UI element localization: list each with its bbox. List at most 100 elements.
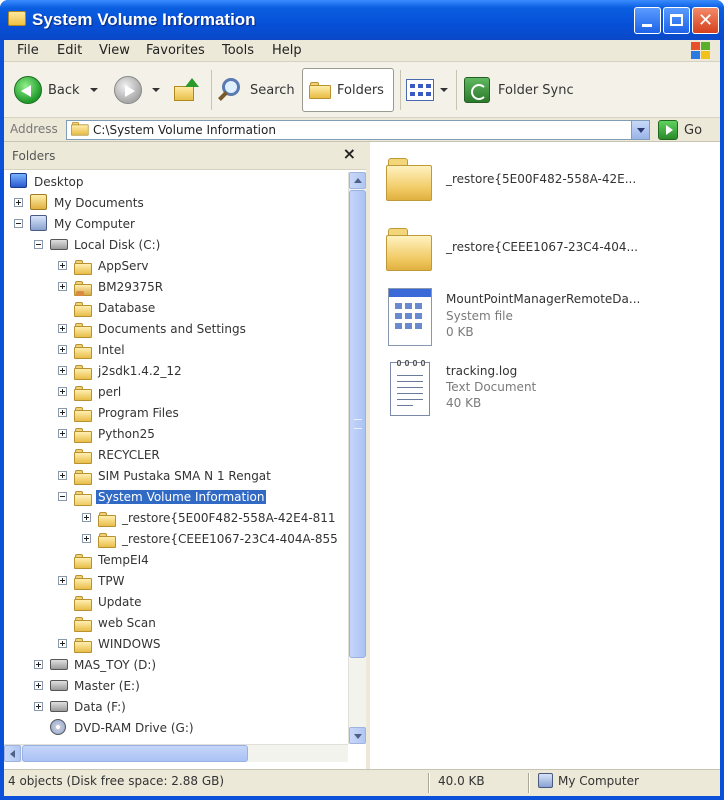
folder-icon — [74, 365, 92, 380]
folder-icon — [8, 11, 26, 26]
title-bar[interactable]: System Volume Information ✕ — [0, 0, 724, 40]
file-name: _restore{5E00F482-558A-42E... — [446, 172, 637, 186]
tree-node[interactable]: Documents and Settings — [4, 319, 346, 340]
views-dropdown-icon — [440, 88, 448, 92]
tree-node-label: Master (E:) — [74, 679, 140, 693]
file-item[interactable]: _restore{5E00F482-558A-42E... — [386, 156, 716, 222]
tree-node[interactable]: MAS_TOY (D:) — [4, 655, 346, 676]
tree-node[interactable]: Update — [4, 592, 346, 613]
expand-icon[interactable] — [58, 345, 67, 354]
menu-file[interactable]: File — [17, 43, 39, 58]
back-button[interactable]: Back — [14, 68, 98, 112]
window-title: System Volume Information — [32, 10, 256, 29]
file-item[interactable]: tracking.log Text Document 40 KB — [386, 360, 716, 428]
tree-horizontal-scrollbar[interactable] — [4, 744, 348, 762]
tree-node[interactable]: j2sdk1.4.2_12 — [4, 361, 346, 382]
tree-node[interactable]: System Volume Information — [4, 487, 346, 508]
tree-node[interactable]: SIM Pustaka SMA N 1 Rengat — [4, 466, 346, 487]
tree-node[interactable]: My Documents — [4, 193, 346, 214]
expand-icon[interactable] — [58, 282, 67, 291]
menu-favorites[interactable]: Favorites — [146, 43, 205, 58]
tree-node[interactable]: WINDOWS — [4, 634, 346, 655]
tree-node[interactable]: DVD-RAM Drive (G:) — [4, 718, 346, 739]
expand-icon[interactable] — [58, 471, 67, 480]
tree-node[interactable]: TPW — [4, 571, 346, 592]
tree-node[interactable]: Intel — [4, 340, 346, 361]
close-button[interactable]: ✕ — [692, 7, 719, 34]
go-button[interactable]: Go — [658, 119, 702, 141]
tree-node[interactable]: _restore{CEEE1067-23C4-404A-855 — [4, 529, 346, 550]
search-icon — [218, 77, 244, 103]
tree-node[interactable]: Local Disk (C:) — [4, 235, 346, 256]
forward-dropdown-icon[interactable] — [152, 88, 160, 92]
tree-node[interactable]: Database — [4, 298, 346, 319]
folder-icon — [386, 156, 434, 202]
address-dropdown-icon[interactable] — [631, 121, 649, 139]
tree-node[interactable]: BM29375R — [4, 277, 346, 298]
folder-sync-button[interactable]: Folder Sync — [464, 68, 574, 112]
collapse-icon[interactable] — [34, 240, 43, 249]
expand-icon[interactable] — [58, 387, 67, 396]
expand-icon[interactable] — [58, 429, 67, 438]
file-type: Text Document — [446, 380, 537, 394]
menu-edit[interactable]: Edit — [57, 43, 82, 58]
scroll-left-icon[interactable] — [4, 745, 21, 762]
expand-icon[interactable] — [14, 198, 23, 207]
expand-icon[interactable] — [82, 513, 91, 522]
collapse-icon[interactable] — [14, 219, 23, 228]
file-name: MountPointManagerRemoteDa... — [446, 292, 641, 306]
folder-icon — [74, 617, 92, 632]
tree-node[interactable]: _restore{5E00F482-558A-42E4-811 — [4, 508, 346, 529]
expand-icon[interactable] — [58, 639, 67, 648]
tree-node[interactable]: Data (F:) — [4, 697, 346, 718]
tree-node[interactable]: TempEI4 — [4, 550, 346, 571]
scrollbar-thumb[interactable] — [349, 190, 366, 658]
forward-button[interactable] — [114, 68, 160, 112]
tree-node[interactable]: web Scan — [4, 613, 346, 634]
expand-icon[interactable] — [58, 261, 67, 270]
up-button[interactable] — [174, 68, 199, 112]
expand-icon[interactable] — [58, 324, 67, 333]
folders-label: Folders — [337, 82, 384, 98]
tree-node-label: perl — [98, 385, 122, 399]
menu-tools[interactable]: Tools — [222, 43, 254, 58]
back-dropdown-icon[interactable] — [89, 88, 98, 92]
expand-icon[interactable] — [58, 576, 67, 585]
file-name: tracking.log — [446, 364, 518, 378]
toolbar-separator — [400, 70, 401, 110]
tree-node[interactable]: My Computer — [4, 214, 346, 235]
expand-icon[interactable] — [58, 408, 67, 417]
tree-node[interactable]: Master (E:) — [4, 676, 346, 697]
tree-node[interactable]: Program Files — [4, 403, 346, 424]
scroll-down-icon[interactable] — [349, 727, 366, 744]
search-button[interactable]: Search — [218, 68, 295, 112]
close-pane-icon[interactable]: × — [343, 144, 356, 163]
minimize-button[interactable] — [634, 7, 661, 34]
tree-node[interactable]: Desktop — [4, 172, 346, 193]
collapse-icon[interactable] — [58, 492, 67, 501]
tree-node[interactable]: AppServ — [4, 256, 346, 277]
tree-vertical-scrollbar[interactable] — [348, 172, 366, 744]
forward-arrow-icon — [114, 76, 142, 104]
tree-node[interactable]: Python25 — [4, 424, 346, 445]
menu-help[interactable]: Help — [272, 43, 302, 58]
tree-node[interactable]: perl — [4, 382, 346, 403]
scroll-up-icon[interactable] — [349, 172, 366, 189]
views-button[interactable] — [406, 68, 448, 112]
maximize-button[interactable] — [663, 7, 690, 34]
menu-view[interactable]: View — [99, 43, 130, 58]
file-item[interactable]: MountPointManagerRemoteDa... System file… — [386, 288, 716, 354]
tree-node[interactable]: RECYCLER — [4, 445, 346, 466]
expand-icon[interactable] — [82, 534, 91, 543]
expand-icon[interactable] — [58, 366, 67, 375]
file-item[interactable]: _restore{CEEE1067-23C4-404... — [386, 226, 716, 292]
expand-icon[interactable] — [34, 702, 43, 711]
folders-button[interactable]: Folders — [302, 68, 394, 112]
folder-icon — [74, 596, 92, 611]
expand-icon[interactable] — [34, 681, 43, 690]
folder-icon — [74, 386, 92, 401]
scrollbar-thumb[interactable] — [22, 745, 248, 762]
go-label: Go — [684, 122, 703, 138]
expand-icon[interactable] — [34, 660, 43, 669]
address-input[interactable]: C:\System Volume Information — [66, 120, 650, 140]
